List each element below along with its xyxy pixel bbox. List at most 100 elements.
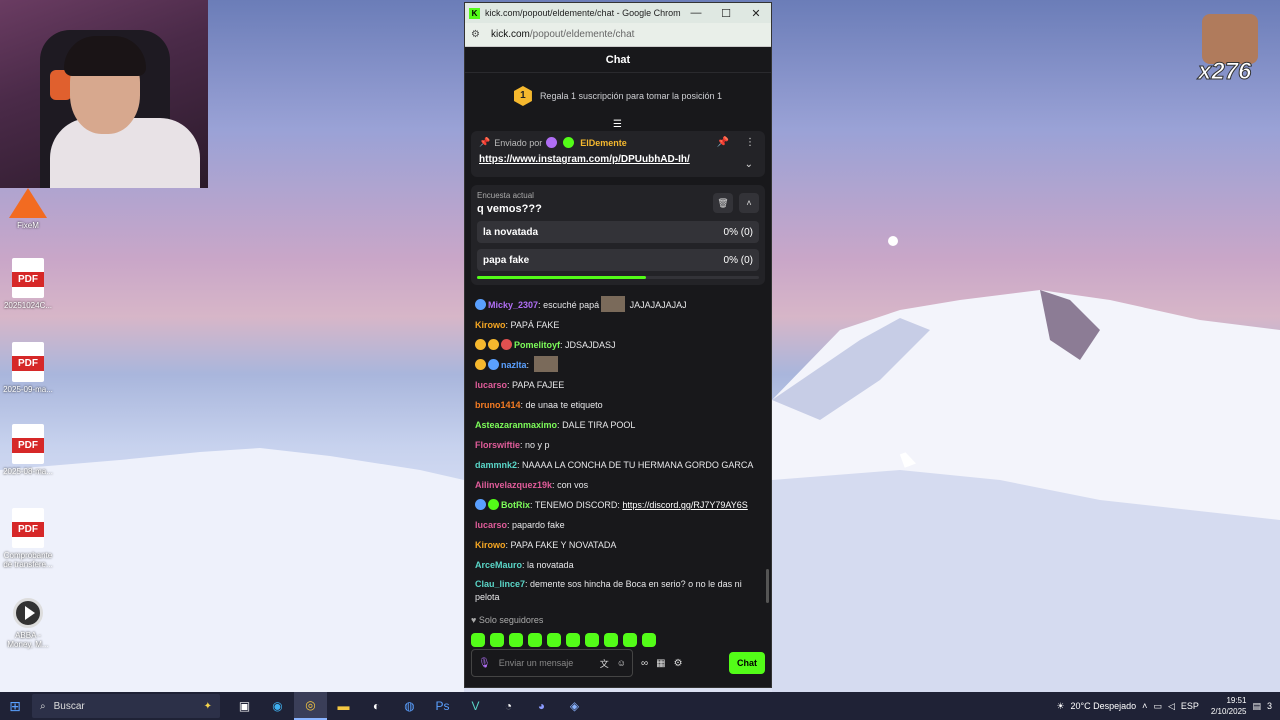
- chat-username[interactable]: Florswiftie: [475, 440, 520, 450]
- emote-7[interactable]: [585, 633, 599, 647]
- chat-link[interactable]: https://discord.gg/RJ7Y79AY6S: [622, 500, 747, 510]
- window-titlebar[interactable]: K kick.com/popout/eldemente/chat - Googl…: [465, 3, 771, 23]
- desktop-icon[interactable]: PDF 2025-09-ma...: [2, 342, 54, 394]
- unpin-icon[interactable]: 📌: [717, 137, 729, 148]
- chat-username[interactable]: ArceMauro: [475, 560, 522, 570]
- chat-input[interactable]: 🎙 Enviar un mensaje 文 ☺: [471, 649, 633, 677]
- translate-icon[interactable]: 文: [600, 657, 609, 670]
- emoji-icon[interactable]: ☺: [617, 658, 626, 668]
- chevron-up-icon[interactable]: ˄: [1142, 701, 1147, 711]
- file-explorer-icon[interactable]: ▬: [327, 692, 360, 720]
- emote-10[interactable]: [642, 633, 656, 647]
- vegas-icon[interactable]: V: [459, 692, 492, 720]
- desktop-icon[interactable]: PDF 20251024C...: [2, 258, 54, 310]
- capcut-icon[interactable]: ◔: [492, 692, 525, 720]
- language-indicator[interactable]: ESP: [1181, 701, 1199, 711]
- send-chat-button[interactable]: Chat: [729, 652, 765, 674]
- chat-username[interactable]: Kirowo: [475, 320, 506, 330]
- chat-username[interactable]: Pomelitoyf: [514, 340, 560, 350]
- chat-username[interactable]: lucarso: [475, 380, 507, 390]
- window-title: kick.com/popout/eldemente/chat - Google …: [485, 8, 681, 18]
- emote-1[interactable]: [471, 633, 485, 647]
- desktop-icon[interactable]: ABBA - Money, M...: [2, 594, 54, 649]
- more-options-icon[interactable]: ⋮: [745, 137, 755, 148]
- chat-username[interactable]: Micky_2307: [488, 300, 538, 310]
- chat-text: la novatada: [527, 560, 574, 570]
- chat-username[interactable]: Clau_lince7: [475, 579, 525, 589]
- scrollbar[interactable]: [766, 569, 769, 603]
- desktop-icon[interactable]: FixeM: [2, 188, 54, 230]
- minimize-button[interactable]: —: [681, 7, 711, 19]
- chat-username[interactable]: bruno1414: [475, 400, 521, 410]
- pinned-link[interactable]: https://www.instagram.com/p/DPUubhAD-Ih/: [479, 154, 757, 165]
- desktop-icon[interactable]: PDF Comprobante de transfere...: [2, 508, 54, 569]
- emote-9[interactable]: [623, 633, 637, 647]
- chat-username[interactable]: Asteazaranmaximo: [475, 420, 557, 430]
- store-icon[interactable]: ▦: [656, 658, 665, 669]
- chrome-icon[interactable]: ◎: [294, 692, 327, 720]
- chat-message: Pomelitoyf: JDSAJDASJ: [475, 335, 755, 355]
- webcam-overlay: [0, 0, 208, 188]
- weather-text[interactable]: 20°C Despejado: [1071, 701, 1137, 711]
- emote-3[interactable]: [509, 633, 523, 647]
- chat-username[interactable]: Ailinvelazquez19k: [475, 480, 552, 490]
- chat-input-placeholder: Enviar un mensaje: [498, 658, 574, 668]
- gear-icon[interactable]: ⚙: [674, 658, 683, 669]
- emote-2[interactable]: [490, 633, 504, 647]
- steam-icon[interactable]: ◈: [558, 692, 591, 720]
- delete-poll-icon[interactable]: 🗑: [713, 193, 733, 213]
- edge-icon[interactable]: ◉: [261, 692, 294, 720]
- windows-start-icon[interactable]: ⊞: [0, 698, 30, 715]
- address-bar[interactable]: ⚙ kick.com/popout/eldemente/chat: [465, 23, 771, 47]
- pdf-file-icon: PDF: [12, 258, 44, 298]
- pinned-author[interactable]: ElDemente: [580, 138, 627, 148]
- poll-option[interactable]: papa fake 0% (0): [477, 249, 759, 271]
- mic-icon[interactable]: 🎙: [478, 658, 491, 669]
- chat-username[interactable]: lucarso: [475, 520, 507, 530]
- chat-username[interactable]: nazlta: [501, 360, 527, 370]
- user-badge-icon: [475, 339, 486, 350]
- chat-text: PAPÁ FAKE: [510, 320, 560, 330]
- obs-icon[interactable]: ◐: [360, 692, 393, 720]
- emote-8[interactable]: [604, 633, 618, 647]
- poll-card: Encuesta actual q vemos??? 🗑 ˄ la novata…: [471, 185, 765, 285]
- rewards-icon[interactable]: ∞: [641, 658, 648, 669]
- filter-icon[interactable]: ☰: [613, 119, 622, 130]
- poll-option[interactable]: la novatada 0% (0): [477, 221, 759, 243]
- app-icon[interactable]: ◍: [393, 692, 426, 720]
- photoshop-icon[interactable]: Ps: [426, 692, 459, 720]
- network-icon[interactable]: ▭: [1153, 701, 1162, 712]
- desktop-icon[interactable]: PDF 2025-08-ma...: [2, 424, 54, 476]
- taskbar-search[interactable]: ⌕ Buscar ✦: [32, 694, 220, 718]
- clock-date: 2/10/2025: [1210, 707, 1247, 716]
- volume-icon[interactable]: ◁: [1168, 701, 1175, 712]
- weather-icon[interactable]: ☀: [1056, 701, 1064, 712]
- chevron-down-icon[interactable]: ⌄: [745, 159, 753, 170]
- user-badge-icon: [501, 339, 512, 350]
- chat-username[interactable]: BotRix: [501, 500, 530, 510]
- desktop-icon-label: 20251024C...: [3, 301, 53, 310]
- task-view-icon[interactable]: ▣: [228, 692, 261, 720]
- chevron-up-icon[interactable]: ˄: [739, 193, 759, 213]
- chat-body: ☰ 📌 Enviado por ElDemente https://www.in…: [465, 119, 771, 687]
- chat-emote[interactable]: [533, 356, 558, 372]
- maximize-button[interactable]: ☐: [711, 7, 741, 20]
- poll-option-percent: 0% (0): [723, 226, 753, 238]
- notifications-icon[interactable]: ▤: [1252, 701, 1261, 712]
- sub-goal-banner[interactable]: 1 Regala 1 suscripción para tomar la pos…: [465, 73, 771, 119]
- rank-hex-icon: 1: [513, 86, 532, 106]
- chat-username[interactable]: Kirowo: [475, 540, 506, 550]
- chat-message: Clau_lince7: demente sos hincha de Boca …: [475, 579, 742, 602]
- emote-6[interactable]: [566, 633, 580, 647]
- chat-username[interactable]: dammnk2: [475, 460, 517, 470]
- user-badge-icon: [475, 299, 486, 310]
- emote-5[interactable]: [547, 633, 561, 647]
- discord-icon[interactable]: ◕: [525, 692, 558, 720]
- emote-4[interactable]: [528, 633, 542, 647]
- chat-message: dammnk2: NAAAA LA CONCHA DE TU HERMANA G…: [475, 460, 754, 470]
- clock[interactable]: 19:51 2/10/2025: [1211, 695, 1247, 717]
- chat-emote[interactable]: [601, 296, 626, 312]
- close-button[interactable]: ✕: [741, 7, 771, 20]
- site-settings-icon[interactable]: ⚙: [471, 29, 483, 40]
- stream-emote-overlay: x276: [1197, 14, 1260, 86]
